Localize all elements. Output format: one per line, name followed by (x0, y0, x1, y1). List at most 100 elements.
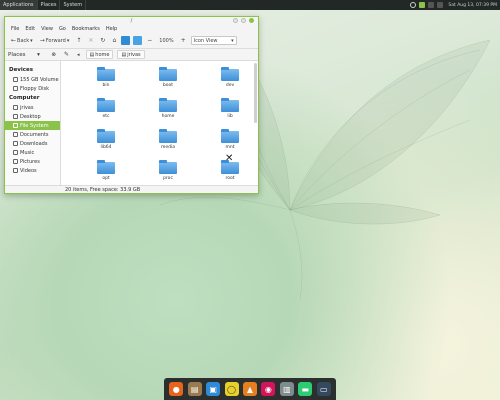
folder-item[interactable]: lib64 (75, 129, 137, 153)
back-button[interactable]: ← Back ▾ (9, 36, 35, 46)
panel-menu-places[interactable]: Places (38, 0, 61, 10)
file-view[interactable]: bin boot dev etc home lib lib64 media mn… (61, 61, 258, 185)
terminal-icon[interactable]: ▬ (298, 382, 313, 396)
arrow-left-icon: ← (11, 37, 17, 44)
places-selector[interactable]: Places ▾ ⊗ (8, 52, 58, 58)
up-button[interactable]: ↑ (74, 36, 83, 46)
sidebar-item-videos[interactable]: Videos (5, 166, 60, 175)
zoom-in-button[interactable]: + (179, 36, 188, 46)
folder-item[interactable]: dev (199, 67, 258, 91)
breadcrumb-left-button[interactable]: ◂ (75, 50, 82, 60)
chevron-down-icon: ▾ (37, 51, 40, 58)
toggle-location-button[interactable]: ✎ (62, 50, 71, 60)
forward-button[interactable]: → Forward ▾ (38, 36, 72, 46)
arrow-right-icon: → (39, 37, 45, 44)
menu-edit[interactable]: Edit (25, 26, 35, 32)
sidebar: Devices 155 GB Volume Floppy Disk Comput… (5, 61, 61, 185)
computer-button[interactable] (121, 36, 131, 45)
folder-item[interactable]: bin (75, 67, 137, 91)
app-icon[interactable]: ▣ (206, 382, 221, 396)
menu-go[interactable]: Go (59, 26, 66, 32)
stop-button[interactable]: ✕ (86, 36, 95, 46)
folder-item[interactable]: proc (137, 160, 199, 184)
window-titlebar[interactable]: / (5, 17, 258, 25)
folder-item[interactable]: mnt (199, 129, 258, 153)
minimize-button[interactable] (233, 18, 238, 23)
home-folder-icon (13, 105, 18, 110)
view-mode-select[interactable]: Icon View ▾ (190, 36, 237, 45)
settings-icon[interactable]: ▭ (316, 382, 331, 396)
vlc-icon[interactable]: ▲ (242, 382, 257, 396)
workspace-3-icon[interactable] (437, 2, 444, 8)
folder-icon (159, 129, 177, 143)
music-icon (13, 150, 18, 155)
chevron-down-icon: ▾ (30, 37, 33, 44)
folder-item[interactable]: opt (75, 160, 137, 184)
close-sidebar-icon[interactable]: ⊗ (51, 52, 56, 58)
folder-item[interactable]: boot (137, 67, 199, 91)
floppy-icon (13, 86, 18, 91)
zoom-out-icon: − (147, 37, 153, 44)
folder-item[interactable]: lib (199, 98, 258, 122)
mouse-cursor-icon: ✕ (225, 153, 234, 164)
files-icon[interactable]: ▤ (187, 382, 202, 396)
breadcrumb-user[interactable]: ▤ jrivas (117, 50, 145, 59)
panel-menu-applications[interactable]: Applications (0, 0, 38, 10)
documents-icon (13, 132, 18, 137)
breadcrumb-home[interactable]: ▤ home (85, 50, 114, 59)
stop-icon: ✕ (88, 37, 94, 44)
sidebar-item-volume[interactable]: 155 GB Volume (5, 75, 60, 84)
folder-item[interactable]: etc (75, 98, 137, 122)
folder-icon (221, 98, 239, 112)
sidebar-item-music[interactable]: Music (5, 148, 60, 157)
sidebar-item-documents[interactable]: Documents (5, 130, 60, 139)
home-button[interactable]: ⌂ (110, 36, 118, 46)
videos-icon (13, 168, 18, 173)
trash-icon[interactable]: ▥ (279, 382, 294, 396)
clock[interactable]: Sat Aug 13, 07:39 PM (448, 3, 497, 8)
window-title: / (130, 18, 133, 24)
folder-item[interactable]: home (137, 98, 199, 122)
zoom-level: 100% (159, 37, 174, 44)
drive-icon (13, 77, 18, 82)
reload-button[interactable]: ↻ (98, 36, 107, 46)
menu-file[interactable]: File (11, 26, 19, 32)
folder-item[interactable]: media (137, 129, 199, 153)
desktop-icon (13, 114, 18, 119)
workspace-1-icon[interactable] (419, 2, 426, 8)
sidebar-item-file-system[interactable]: File System (5, 121, 60, 130)
pictures-icon (13, 159, 18, 164)
maximize-button[interactable] (241, 18, 246, 23)
sidebar-header-computer: Computer (9, 95, 40, 101)
sidebar-item-downloads[interactable]: Downloads (5, 139, 60, 148)
folder-icon: ▤ (89, 51, 95, 58)
sidebar-item-pictures[interactable]: Pictures (5, 157, 60, 166)
folder-icon (221, 129, 239, 143)
folder-icon (97, 160, 115, 174)
sidebar-item-home[interactable]: jrivas (5, 103, 60, 112)
sidebar-header-devices: Devices (9, 67, 34, 73)
close-button[interactable] (249, 18, 254, 23)
menu-bookmarks[interactable]: Bookmarks (72, 26, 100, 32)
firefox-icon[interactable]: ● (169, 382, 184, 396)
workspace-2-icon[interactable] (428, 2, 435, 8)
menu-view[interactable]: View (41, 26, 53, 32)
reload-icon: ↻ (100, 37, 106, 44)
sidebar-item-desktop[interactable]: Desktop (5, 112, 60, 121)
zoom-out-button[interactable]: − (145, 36, 154, 46)
downloads-icon (13, 141, 18, 146)
music-player-icon[interactable]: ◉ (261, 382, 276, 396)
sidebar-item-floppy[interactable]: Floppy Disk (5, 84, 60, 93)
menu-help[interactable]: Help (106, 26, 117, 32)
window-body: Devices 155 GB Volume Floppy Disk Comput… (5, 61, 258, 185)
folder-icon: ▤ (121, 51, 127, 58)
chevron-down-icon: ▾ (66, 37, 70, 44)
icon-grid: bin boot dev etc home lib lib64 media mn… (75, 67, 258, 184)
content-scrollbar[interactable] (254, 63, 257, 123)
weather-icon[interactable]: ◯ (224, 382, 239, 396)
folder-icon (97, 129, 115, 143)
system-tray: Sat Aug 13, 07:39 PM (410, 0, 500, 10)
panel-menu-system[interactable]: System (60, 0, 87, 10)
power-icon[interactable] (410, 2, 417, 8)
search-button[interactable] (133, 36, 143, 45)
